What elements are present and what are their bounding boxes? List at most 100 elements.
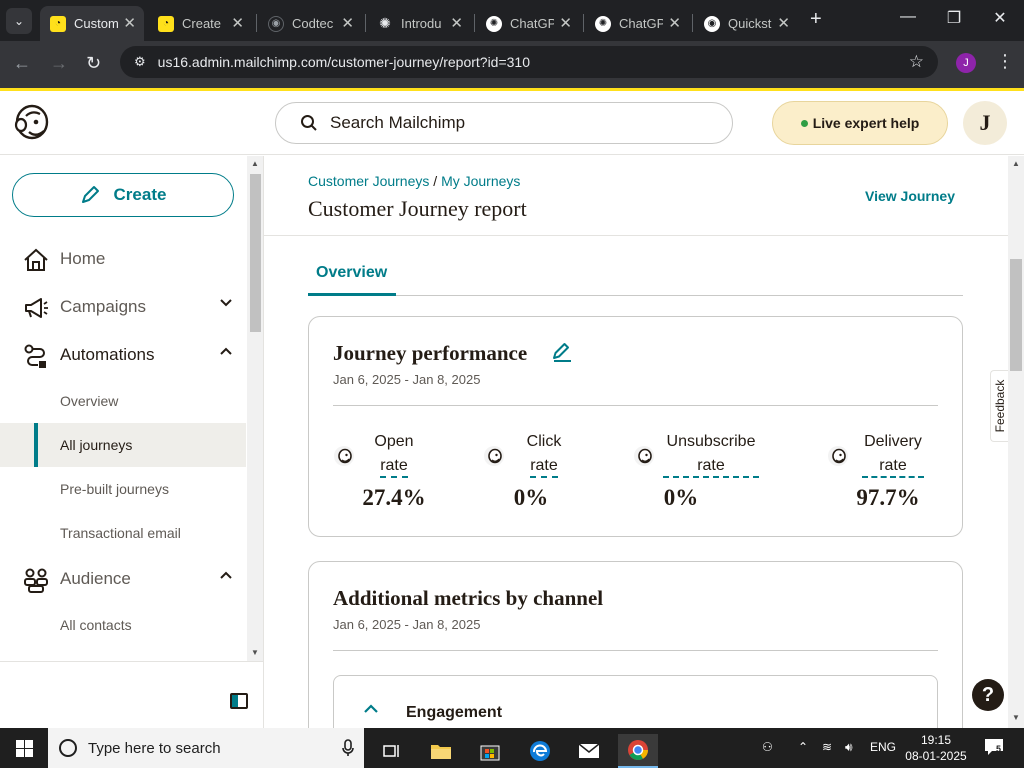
- search-icon: [59, 739, 77, 757]
- minimize-window-icon[interactable]: —: [894, 8, 922, 26]
- view-journey-link[interactable]: View Journey: [865, 188, 955, 204]
- tab-divider: [474, 14, 475, 32]
- tab-search-button[interactable]: ⌄: [6, 8, 32, 34]
- metric-label[interactable]: Unsubscribe rate: [659, 430, 763, 478]
- metric-label-line2: rate: [530, 455, 558, 478]
- people-icon[interactable]: ⚇: [762, 740, 773, 754]
- create-button[interactable]: Create: [12, 173, 234, 217]
- search-placeholder: Search Mailchimp: [330, 113, 466, 132]
- search-input[interactable]: Search Mailchimp: [275, 102, 733, 144]
- metric-label[interactable]: Delivery rate: [853, 430, 933, 478]
- chevron-up-icon[interactable]: [220, 571, 232, 579]
- feedback-label: Feedback: [992, 379, 1007, 433]
- close-tab-icon[interactable]: ✕: [341, 14, 354, 32]
- browser-tab-chatgpt-2[interactable]: ✺ ChatGP ✕: [585, 6, 689, 41]
- breadcrumb-my-journeys[interactable]: My Journeys: [441, 173, 520, 189]
- browser-menu-icon[interactable]: ⋮: [996, 51, 1014, 72]
- browser-tab-quickstart[interactable]: ◉ Quickst ✕: [694, 6, 798, 41]
- collapse-sidebar-icon[interactable]: [230, 693, 248, 709]
- metric-label-line2: rate: [380, 455, 408, 478]
- taskbar-search-input[interactable]: Type here to search: [48, 728, 364, 768]
- scroll-up-arrow-icon[interactable]: ▲: [251, 159, 259, 168]
- scrollbar-thumb[interactable]: [1010, 259, 1022, 371]
- address-bar[interactable]: ⚙ us16.admin.mailchimp.com/customer-jour…: [120, 46, 938, 78]
- chrome-browser-icon[interactable]: [618, 734, 658, 768]
- browser-tab-chatgpt-1[interactable]: ✺ ChatGP ✕: [476, 6, 580, 41]
- breadcrumb: Customer Journeys / My Journeys: [308, 173, 520, 189]
- engagement-section[interactable]: Engagement: [333, 675, 938, 728]
- sidebar-item-audience[interactable]: Audience: [0, 557, 246, 601]
- restore-window-icon[interactable]: ❐: [940, 8, 968, 28]
- browser-tab-codtec[interactable]: ◉ Codtec ✕: [258, 6, 362, 41]
- bookmark-star-icon[interactable]: ☆: [909, 52, 924, 72]
- metric-label-line2: rate: [663, 455, 759, 478]
- sidebar-subitem-all-contacts[interactable]: All contacts: [0, 603, 246, 647]
- live-expert-help-button[interactable]: Live expert help: [772, 101, 948, 145]
- scroll-up-arrow-icon[interactable]: ▲: [1012, 159, 1020, 168]
- sidebar-subitem-label: Transactional email: [60, 525, 181, 541]
- network-icon[interactable]: ≋: [822, 740, 832, 754]
- browser-tab-create[interactable]: ◔ Create ✕: [148, 6, 252, 41]
- edit-pencil-icon[interactable]: [551, 341, 573, 363]
- browser-profile-avatar[interactable]: J: [956, 53, 976, 73]
- sidebar-item-label: Home: [60, 249, 106, 268]
- scroll-down-arrow-icon[interactable]: ▼: [251, 648, 259, 657]
- edge-browser-icon[interactable]: [520, 734, 560, 768]
- sidebar-item-automations[interactable]: Automations: [0, 333, 246, 377]
- browser-tab-introduction[interactable]: ✺ Introdu ✕: [367, 6, 471, 41]
- feedback-tab[interactable]: Feedback: [990, 370, 1008, 442]
- file-explorer-icon[interactable]: [421, 734, 461, 768]
- chevron-up-icon[interactable]: [220, 347, 232, 355]
- scroll-down-arrow-icon[interactable]: ▼: [1012, 713, 1020, 722]
- close-tab-icon[interactable]: ✕: [777, 14, 790, 32]
- task-view-icon[interactable]: [372, 734, 412, 768]
- openai-favicon-icon: ✺: [595, 15, 611, 32]
- account-avatar[interactable]: J: [963, 101, 1007, 145]
- sidebar-item-campaigns[interactable]: Campaigns: [0, 285, 246, 329]
- chevron-down-icon[interactable]: [220, 299, 232, 307]
- close-tab-icon[interactable]: ✕: [231, 14, 244, 32]
- mailchimp-logo-icon[interactable]: [12, 102, 52, 144]
- volume-icon[interactable]: 🔊︎: [845, 740, 853, 755]
- metric-label[interactable]: Open rate: [359, 430, 429, 478]
- language-indicator[interactable]: ENG: [870, 740, 896, 754]
- tab-overview[interactable]: Overview: [308, 264, 396, 296]
- notification-center-icon[interactable]: 5: [984, 738, 1004, 756]
- engagement-label: Engagement: [406, 704, 503, 721]
- forward-arrow-icon[interactable]: →: [50, 53, 68, 74]
- reload-icon[interactable]: ↻: [86, 53, 101, 74]
- microphone-icon[interactable]: [342, 739, 354, 757]
- metric-label[interactable]: Click rate: [509, 430, 579, 478]
- help-button[interactable]: ?: [972, 679, 1004, 711]
- close-window-icon[interactable]: ✕: [986, 8, 1014, 28]
- site-settings-icon[interactable]: ⚙: [134, 54, 146, 70]
- sidebar-subitem-overview[interactable]: Overview: [0, 379, 246, 423]
- tab-divider: [583, 14, 584, 32]
- back-arrow-icon[interactable]: ←: [13, 53, 31, 74]
- microsoft-store-icon[interactable]: [470, 734, 510, 768]
- new-tab-button[interactable]: +: [810, 8, 822, 31]
- browser-tab-customer-journey[interactable]: ◔ Custom ✕: [40, 6, 144, 41]
- page-title: Customer Journey report: [308, 196, 527, 221]
- mail-icon[interactable]: [569, 734, 609, 768]
- page-scrollbar[interactable]: ▲ ▼: [1008, 156, 1024, 728]
- scrollbar-thumb[interactable]: [250, 174, 261, 332]
- sidebar-subitem-all-journeys[interactable]: All journeys: [0, 423, 246, 467]
- close-tab-icon[interactable]: ✕: [123, 14, 136, 32]
- taskbar-clock[interactable]: 19:15 08-01-2025: [904, 732, 968, 764]
- tab-divider: [365, 14, 366, 32]
- windows-start-icon[interactable]: [16, 740, 33, 757]
- show-hidden-icons-chevron-icon[interactable]: ⌃: [798, 740, 808, 754]
- chevron-up-icon[interactable]: [364, 704, 378, 713]
- sidebar-scrollbar[interactable]: ▲ ▼: [247, 156, 263, 661]
- metric-label-line2: rate: [862, 455, 924, 478]
- tab-title: Quickst: [728, 16, 772, 31]
- close-tab-icon[interactable]: ✕: [559, 14, 572, 32]
- close-tab-icon[interactable]: ✕: [668, 14, 681, 32]
- github-favicon-icon: ◉: [268, 15, 284, 32]
- close-tab-icon[interactable]: ✕: [450, 14, 463, 32]
- sidebar-item-home[interactable]: Home: [0, 237, 246, 281]
- sidebar-subitem-transactional-email[interactable]: Transactional email: [0, 511, 246, 555]
- breadcrumb-customer-journeys[interactable]: Customer Journeys: [308, 173, 429, 189]
- sidebar-subitem-pre-built-journeys[interactable]: Pre-built journeys: [0, 467, 246, 511]
